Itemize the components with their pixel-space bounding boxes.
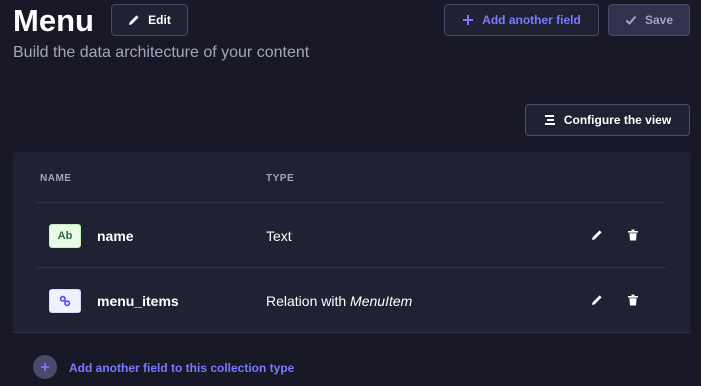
relation-type-icon — [49, 289, 81, 313]
page-title: Menu — [13, 3, 94, 38]
edit-field-button[interactable] — [589, 292, 605, 308]
add-field-to-collection-link[interactable]: Add another field to this collection typ… — [69, 361, 294, 375]
add-field-footer[interactable]: Add another field to this collection typ… — [13, 332, 690, 386]
link-icon — [59, 295, 71, 307]
edit-button-label: Edit — [148, 13, 171, 27]
table-row[interactable]: Ab name Text — [36, 202, 666, 267]
field-type: Relation with MenuItem — [266, 293, 413, 309]
pencil-icon — [129, 15, 139, 25]
text-type-icon: Ab — [49, 224, 81, 248]
delete-field-button[interactable] — [625, 227, 641, 243]
pencil-icon — [592, 230, 602, 240]
page-subtitle: Build the data architecture of your cont… — [13, 44, 310, 61]
fields-table: NAME TYPE Ab name Text menu_items Relati… — [13, 152, 690, 386]
list-settings-icon — [544, 115, 555, 125]
save-button-label: Save — [644, 13, 674, 27]
field-type: Text — [266, 228, 292, 244]
pencil-icon — [592, 295, 602, 305]
add-another-field-label: Add another field — [482, 13, 581, 27]
column-header-name: NAME — [40, 173, 72, 184]
plus-icon — [463, 15, 474, 25]
plus-circle-icon — [33, 355, 57, 379]
configure-view-label: Configure the view — [563, 113, 672, 127]
check-icon — [625, 15, 637, 25]
configure-view-button[interactable]: Configure the view — [525, 104, 690, 136]
column-header-type: TYPE — [266, 173, 295, 184]
delete-field-button[interactable] — [625, 292, 641, 308]
field-name: name — [97, 228, 134, 244]
trash-icon — [628, 294, 638, 306]
edit-field-button[interactable] — [589, 227, 605, 243]
trash-icon — [628, 229, 638, 241]
add-another-field-button[interactable]: Add another field — [444, 4, 599, 36]
table-header: NAME TYPE — [13, 152, 690, 202]
field-name: menu_items — [97, 293, 179, 309]
plus-icon — [41, 363, 49, 371]
table-row[interactable]: menu_items Relation with MenuItem — [36, 267, 666, 332]
save-button[interactable]: Save — [608, 4, 690, 36]
edit-button[interactable]: Edit — [111, 4, 188, 36]
